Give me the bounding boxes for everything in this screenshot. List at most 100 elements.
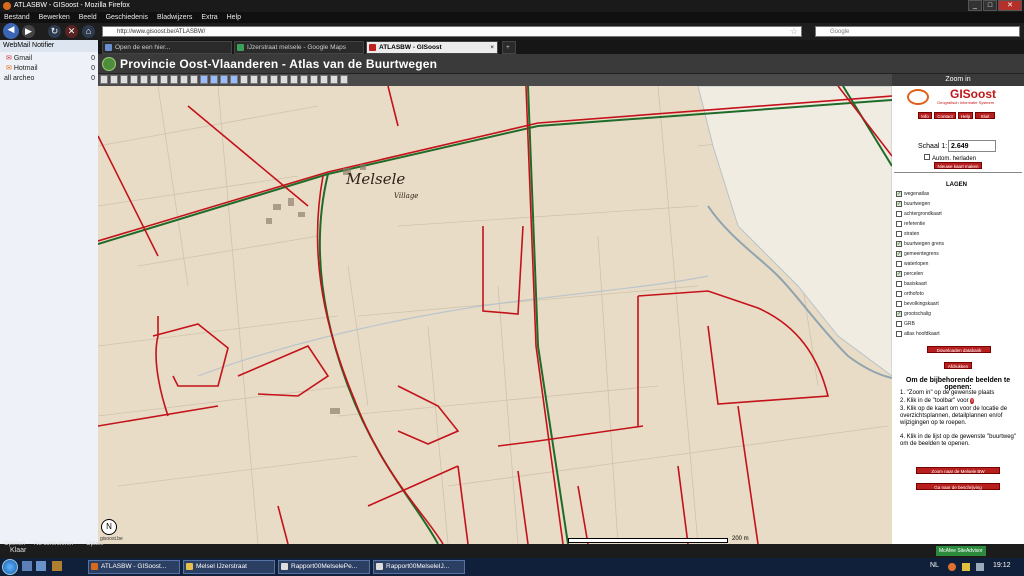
- url-input[interactable]: http://www.gisoost.be/ATLASBW/: [102, 26, 802, 37]
- layer-checkbox[interactable]: ✓: [896, 240, 902, 247]
- layer-checkbox[interactable]: [896, 210, 902, 217]
- map-tool-icon[interactable]: [120, 75, 128, 84]
- layer-item[interactable]: ✓ percelen: [896, 270, 923, 279]
- minimize-button[interactable]: _: [968, 0, 982, 11]
- tray-icon[interactable]: [948, 563, 956, 571]
- task-doc-1[interactable]: Rapport00MelselePe...: [278, 560, 370, 574]
- close-button[interactable]: ✕: [998, 0, 1022, 11]
- maximize-button[interactable]: □: [983, 0, 997, 11]
- layer-item[interactable]: basiskaart: [896, 280, 927, 289]
- layer-item[interactable]: ✓ buurtwegen: [896, 200, 930, 209]
- layer-item[interactable]: achtergrondkaart: [896, 210, 942, 219]
- print-button[interactable]: Afdrukken: [944, 362, 972, 369]
- status-check-link[interactable]: Nu controleren: [34, 537, 73, 551]
- map-tool-icon[interactable]: [180, 75, 188, 84]
- layer-checkbox[interactable]: ✓: [896, 200, 902, 207]
- menu-bewerken[interactable]: Bewerken: [39, 14, 70, 21]
- layer-item[interactable]: ✓ grootschalig: [896, 310, 931, 319]
- auto-reload-checkbox[interactable]: Autom. herladen: [924, 154, 976, 162]
- map-tool-icon[interactable]: [170, 75, 178, 84]
- layer-checkbox[interactable]: [896, 290, 902, 297]
- home-icon[interactable]: ⌂: [82, 25, 95, 38]
- reload-icon[interactable]: ↻: [48, 25, 61, 38]
- close-tab-icon[interactable]: ×: [490, 42, 494, 53]
- layer-checkbox[interactable]: [896, 300, 902, 307]
- new-tab-button[interactable]: +: [502, 41, 516, 54]
- layer-item[interactable]: bevolkingskaart: [896, 300, 939, 309]
- search-input[interactable]: Google: [815, 26, 1020, 37]
- map-tool-icon[interactable]: [220, 75, 228, 84]
- map-tool-icon[interactable]: [260, 75, 268, 84]
- contact-button[interactable]: Contact: [934, 112, 956, 119]
- layer-checkbox[interactable]: ✓: [896, 270, 902, 277]
- map-tool-icon[interactable]: [240, 75, 248, 84]
- layer-item[interactable]: ✓ buurtwegen grens: [896, 240, 944, 249]
- menu-extra[interactable]: Extra: [201, 14, 217, 21]
- map-tool-icon[interactable]: [230, 75, 238, 84]
- map-tool-icon[interactable]: [290, 75, 298, 84]
- tab-google-maps[interactable]: IJzerstraat melsele - Google Maps: [234, 41, 364, 54]
- tab-open-de-een-hier[interactable]: Open de een hier...: [102, 41, 232, 54]
- layer-checkbox[interactable]: [896, 220, 902, 227]
- volume-icon[interactable]: [976, 563, 984, 571]
- layer-item[interactable]: atlas hoofdkaart: [896, 330, 940, 339]
- sidebar-item-hotmail[interactable]: ✉ Hotmail 0: [0, 64, 98, 74]
- new-map-button[interactable]: Nieuwe kaart maken: [934, 162, 982, 169]
- task-doc-2[interactable]: Rapport00MelseleIJ...: [373, 560, 465, 574]
- map-tool-icon[interactable]: [100, 75, 108, 84]
- layer-checkbox[interactable]: ✓: [896, 310, 902, 317]
- layer-item[interactable]: GRB: [896, 320, 915, 329]
- start-button[interactable]: [2, 559, 18, 575]
- layer-item[interactable]: ✓ wegenatlas: [896, 190, 929, 199]
- map-tool-icon[interactable]: [200, 75, 208, 84]
- bookmark-star-icon[interactable]: ☆: [790, 26, 798, 37]
- checkbox-icon[interactable]: [924, 154, 930, 160]
- layer-checkbox[interactable]: [896, 330, 902, 337]
- layer-checkbox[interactable]: [896, 230, 902, 237]
- sidebar-item-archeo[interactable]: all archeo 0: [0, 74, 98, 84]
- layer-item[interactable]: straten: [896, 230, 919, 239]
- close-panel-button[interactable]: Sluit: [975, 112, 995, 119]
- menu-geschiedenis[interactable]: Geschiedenis: [106, 14, 148, 21]
- sidebar-item-gmail[interactable]: ✉ Gmail 0: [0, 54, 98, 64]
- map-tool-icon[interactable]: [320, 75, 328, 84]
- layer-checkbox[interactable]: [896, 280, 902, 287]
- map-tool-icon[interactable]: [110, 75, 118, 84]
- task-folder[interactable]: Melsel IJzerstraat: [183, 560, 275, 574]
- quicklaunch-icon[interactable]: [36, 561, 46, 571]
- description-button[interactable]: Ga naar de beschrijving: [916, 483, 1000, 490]
- map-tool-icon[interactable]: [210, 75, 218, 84]
- map-tool-icon[interactable]: [330, 75, 338, 84]
- map-tool-icon[interactable]: [190, 75, 198, 84]
- quicklaunch-icon[interactable]: [22, 561, 32, 571]
- tray-icon[interactable]: [962, 563, 970, 571]
- language-indicator[interactable]: NL: [930, 562, 939, 569]
- map-canvas[interactable]: Melsele Village N gisoost.be 200 m: [98, 86, 892, 544]
- info-button[interactable]: Info: [918, 112, 932, 119]
- map-tool-icon[interactable]: [280, 75, 288, 84]
- map-tool-icon[interactable]: [270, 75, 278, 84]
- layer-item[interactable]: ✓ gemeentegrens: [896, 250, 939, 259]
- layer-item[interactable]: referentie: [896, 220, 925, 229]
- map-tool-icon[interactable]: [250, 75, 258, 84]
- zoom-in-label[interactable]: Zoom in: [892, 74, 1024, 86]
- forward-icon[interactable]: ▶: [22, 25, 35, 38]
- layer-item[interactable]: orthofoto: [896, 290, 924, 299]
- map-tool-icon[interactable]: [340, 75, 348, 84]
- back-icon[interactable]: ◀: [3, 23, 19, 39]
- status-options-link[interactable]: Opties: [86, 537, 103, 551]
- menu-bladwijzers[interactable]: Bladwijzers: [157, 14, 192, 21]
- map-tool-icon[interactable]: [160, 75, 168, 84]
- tab-atlasbw[interactable]: ATLASBW - GISoost ×: [366, 41, 498, 54]
- task-firefox[interactable]: ATLASBW - GISoost...: [88, 560, 180, 574]
- help-button[interactable]: Help: [958, 112, 973, 119]
- zoom-to-melsele-button[interactable]: Zoom naar de Melsele BW: [916, 467, 1000, 474]
- menu-beeld[interactable]: Beeld: [79, 14, 97, 21]
- layer-item[interactable]: waterlopen: [896, 260, 928, 269]
- layer-checkbox[interactable]: ✓: [896, 250, 902, 257]
- export-database-button[interactable]: Downloaden databank: [927, 346, 991, 353]
- layer-checkbox[interactable]: ✓: [896, 190, 902, 197]
- map-tool-icon[interactable]: [140, 75, 148, 84]
- clock[interactable]: 19:12: [993, 562, 1011, 569]
- layer-checkbox[interactable]: [896, 320, 902, 327]
